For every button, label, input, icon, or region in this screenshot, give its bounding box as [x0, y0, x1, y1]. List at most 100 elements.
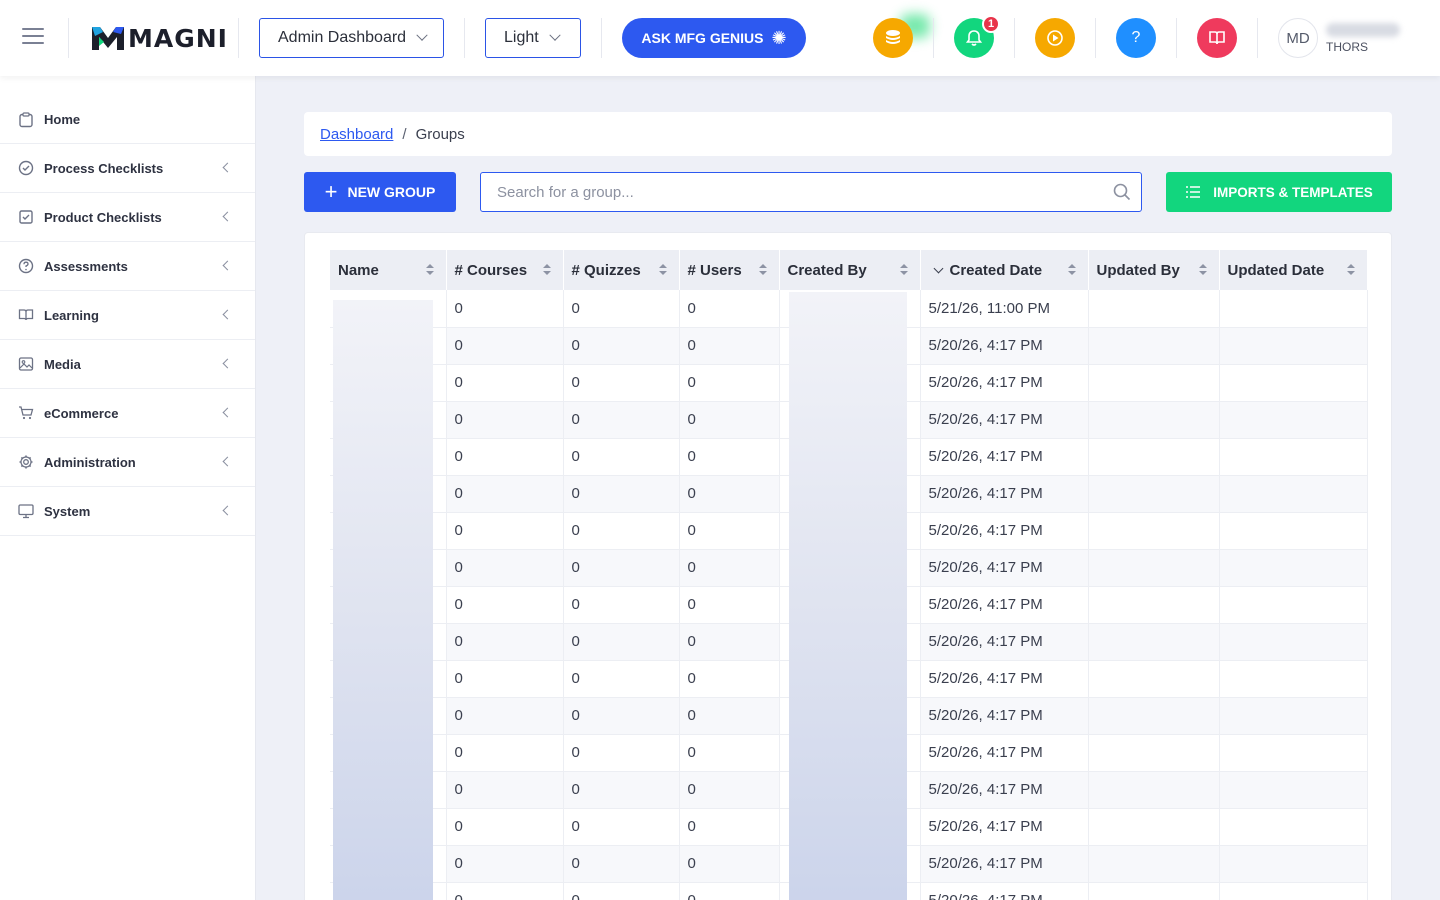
- column-header-updated-by[interactable]: Updated By: [1088, 250, 1220, 290]
- column-label: Updated Date: [1227, 261, 1325, 279]
- cell-updated-date: [1219, 512, 1368, 550]
- bell-icon: [966, 30, 982, 46]
- cell-updated-date: [1219, 734, 1368, 772]
- cell-courses: 0: [446, 475, 564, 513]
- check-square-icon: [18, 209, 34, 225]
- sidebar-item-administration[interactable]: Administration: [0, 438, 255, 487]
- cell-updated-by: [1088, 808, 1220, 846]
- cell-courses: 0: [446, 771, 564, 809]
- column-header-quizzes[interactable]: # Quizzes: [563, 250, 680, 290]
- cell-updated-by: [1088, 697, 1220, 735]
- column-label: # Quizzes: [571, 261, 641, 279]
- cell-updated-by: [1088, 512, 1220, 550]
- cell-quizzes: 0: [563, 734, 680, 772]
- avatar[interactable]: MD: [1278, 18, 1318, 58]
- logo[interactable]: MAGNI: [90, 24, 228, 53]
- column-header-users[interactable]: # Users: [679, 250, 780, 290]
- sidebar-item-process-checklists[interactable]: Process Checklists: [0, 144, 255, 193]
- sidebar-item-label: Process Checklists: [44, 160, 164, 176]
- divider: [1176, 18, 1177, 58]
- cell-updated-by: [1088, 623, 1220, 661]
- sidebar-item-product-checklists[interactable]: Product Checklists: [0, 193, 255, 242]
- chevron-left-icon: [222, 309, 233, 320]
- column-header-courses[interactable]: # Courses: [446, 250, 564, 290]
- chevron-left-icon: [222, 260, 233, 271]
- cell-created-date: 5/20/26, 4:17 PM: [920, 401, 1089, 439]
- theme-select[interactable]: Light: [485, 18, 581, 58]
- sidebar-item-assessments[interactable]: Assessments: [0, 242, 255, 291]
- ask-button-label: ASK MFG GENIUS: [641, 30, 764, 46]
- chevron-down-icon: [416, 29, 428, 41]
- chevron-left-icon: [222, 211, 233, 222]
- dashboard-select[interactable]: Admin Dashboard: [259, 18, 444, 58]
- cell-created-date: 5/20/26, 4:17 PM: [920, 623, 1089, 661]
- cell-users: 0: [679, 845, 780, 883]
- cell-quizzes: 0: [563, 771, 680, 809]
- cell-users: 0: [679, 660, 780, 698]
- divider: [933, 18, 934, 58]
- cell-updated-date: [1219, 771, 1368, 809]
- list-icon: [1186, 186, 1201, 198]
- cell-courses: 0: [446, 882, 564, 900]
- column-header-created-date[interactable]: Created Date: [920, 250, 1089, 290]
- breadcrumb-dashboard-link[interactable]: Dashboard: [320, 126, 393, 143]
- notification-count-badge: 1: [982, 15, 1000, 33]
- cell-created-date: 5/20/26, 4:17 PM: [920, 882, 1089, 900]
- sidebar-item-ecommerce[interactable]: eCommerce: [0, 389, 255, 438]
- cell-courses: 0: [446, 290, 564, 328]
- group-search-input[interactable]: [480, 172, 1142, 212]
- cell-created-date: 5/21/26, 11:00 PM: [920, 290, 1089, 328]
- sidebar-item-label: Product Checklists: [44, 209, 162, 225]
- help-button[interactable]: ?: [1116, 18, 1156, 58]
- cell-quizzes: 0: [563, 438, 680, 476]
- cell-courses: 0: [446, 438, 564, 476]
- sidebar-item-media[interactable]: Media: [0, 340, 255, 389]
- search-icon[interactable]: [1112, 182, 1132, 202]
- cell-courses: 0: [446, 845, 564, 883]
- column-header-name[interactable]: Name: [330, 250, 447, 290]
- cell-courses: 0: [446, 808, 564, 846]
- book-open-icon: [1209, 31, 1225, 45]
- cell-courses: 0: [446, 586, 564, 624]
- divider: [1095, 18, 1096, 58]
- cell-quizzes: 0: [563, 882, 680, 900]
- cell-courses: 0: [446, 327, 564, 365]
- monitor-icon: [18, 503, 34, 519]
- cell-created-date: 5/20/26, 4:17 PM: [920, 364, 1089, 402]
- breadcrumb: Dashboard / Groups: [304, 112, 1392, 156]
- sidebar-item-system[interactable]: System: [0, 487, 255, 536]
- chevron-left-icon: [222, 456, 233, 467]
- cell-users: 0: [679, 623, 780, 661]
- guide-button[interactable]: [1197, 18, 1237, 58]
- cell-users: 0: [679, 475, 780, 513]
- sidebar-item-home[interactable]: Home: [0, 96, 255, 144]
- notifications-button[interactable]: 1: [954, 15, 1000, 58]
- cell-updated-by: [1088, 771, 1220, 809]
- divider: [464, 18, 465, 58]
- cell-updated-date: [1219, 290, 1368, 328]
- cell-updated-date: [1219, 586, 1368, 624]
- play-button[interactable]: [1035, 18, 1075, 58]
- cell-courses: 0: [446, 401, 564, 439]
- sort-desc-icon: [933, 263, 943, 273]
- cell-users: 0: [679, 290, 780, 328]
- column-header-updated-date[interactable]: Updated Date: [1219, 250, 1368, 290]
- sort-icon: [542, 264, 551, 276]
- ask-mfg-genius-button[interactable]: ASK MFG GENIUS ✺: [622, 18, 806, 58]
- imports-templates-button[interactable]: IMPORTS & TEMPLATES: [1166, 172, 1392, 212]
- column-header-created-by[interactable]: Created By: [779, 250, 921, 290]
- cell-created-date: 5/20/26, 4:17 PM: [920, 549, 1089, 587]
- divider: [1014, 18, 1015, 58]
- coins-button[interactable]: [873, 18, 913, 58]
- cell-updated-date: [1219, 401, 1368, 439]
- sort-icon: [1198, 264, 1207, 276]
- cell-updated-date: [1219, 808, 1368, 846]
- cell-quizzes: 0: [563, 845, 680, 883]
- sidebar-item-learning[interactable]: Learning: [0, 291, 255, 340]
- menu-icon[interactable]: [22, 28, 44, 46]
- cell-updated-by: [1088, 401, 1220, 439]
- imports-label: IMPORTS & TEMPLATES: [1213, 184, 1373, 200]
- new-group-button[interactable]: + NEW GROUP: [304, 172, 456, 212]
- cell-updated-by: [1088, 475, 1220, 513]
- sidebar-item-label: Learning: [44, 307, 99, 323]
